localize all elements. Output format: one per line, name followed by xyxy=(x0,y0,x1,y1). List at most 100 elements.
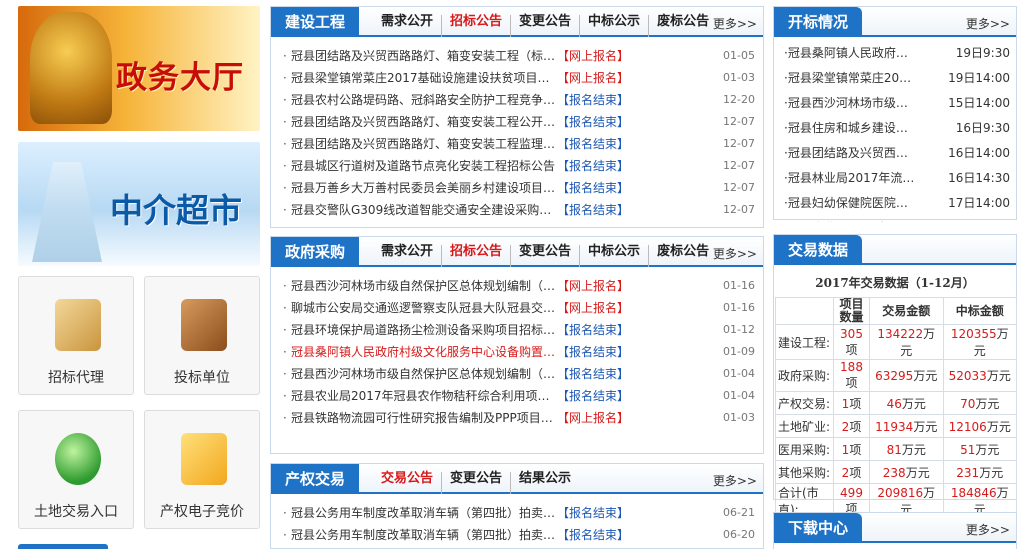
tab-3[interactable]: 中标公示 xyxy=(580,245,650,267)
bid-time: 16日14:30 xyxy=(948,171,1010,185)
notice-title-link[interactable]: 冠县万善乡大万善村民委员会美丽乡村建设项目… xyxy=(291,177,557,199)
notice-title-link[interactable]: 冠县铁路物流园可行性研究报告编制及PPP项目… xyxy=(291,407,557,429)
list-item[interactable]: · 冠县西沙河林场市级自然保护区总体规划编制（… 【报名结束】 01-04 xyxy=(283,363,755,385)
notice-date: 01-12 xyxy=(723,323,755,336)
notice-title-link[interactable]: 冠县团结路及兴贸西路路灯、箱变安装工程（标… xyxy=(291,45,557,67)
more-link[interactable]: 更多>> xyxy=(713,245,757,262)
list-item[interactable]: · 冠县林业局2017年流… 16日14:30 xyxy=(784,166,1010,191)
list-item[interactable]: · 冠县团结路及兴贸西路路灯、箱变安装工程公开… 【报名结束】 12-07 xyxy=(283,111,755,133)
tile-property-bidding[interactable]: 产权电子竞价 xyxy=(144,410,260,529)
list-item[interactable]: · 冠县农业局2017年冠县农作物秸秆综合利用项目… 【报名结束】 01-04 xyxy=(283,385,755,407)
notice-title-link[interactable]: 冠县公务用车制度改革取消车辆（第四批）拍卖… xyxy=(291,502,557,524)
list-item[interactable]: · 冠县梁堂镇常菜庄20… 19日14:00 xyxy=(784,66,1010,91)
tab-1[interactable]: 变更公告 xyxy=(442,472,512,494)
status-badge: 【报名结束】 xyxy=(557,367,630,381)
stat-count-unit: 项 xyxy=(849,442,862,457)
tab-2[interactable]: 变更公告 xyxy=(511,245,581,267)
agency-market-banner[interactable]: 中介超市 xyxy=(18,142,260,266)
bid-title-link[interactable]: 冠县桑阿镇人民政府… xyxy=(788,41,940,66)
list-item[interactable]: · 冠县环境保护局道路扬尘检测设备采购项目招标… 【报名结束】 01-12 xyxy=(283,319,755,341)
tab-2[interactable]: 变更公告 xyxy=(511,15,581,37)
stat-amount-value: 11934 xyxy=(875,419,914,434)
bullet-icon: · xyxy=(283,93,287,107)
notice-date: 12-07 xyxy=(723,159,755,172)
list-item[interactable]: · 冠县梁堂镇常菜庄2017基础设施建设扶贫项目竞… 【网上报名】 01-03 xyxy=(283,67,755,89)
stat-count: 1项 xyxy=(833,391,870,415)
list-item[interactable]: · 冠县桑阿镇人民政府… 19日9:30 xyxy=(784,41,1010,66)
bid-title-link[interactable]: 冠县妇幼保健院医院… xyxy=(788,191,940,216)
list-item[interactable]: · 冠县铁路物流园可行性研究报告编制及PPP项目… 【网上报名】 01-03 xyxy=(283,407,755,429)
more-link[interactable]: 更多>> xyxy=(966,15,1010,32)
stat-count-unit: 项 xyxy=(849,419,862,434)
list-item[interactable]: · 冠县住房和城乡建设… 16日9:30 xyxy=(784,116,1010,141)
list-item[interactable]: · 冠县城区行道树及道路节点亮化安装工程招标公告 【报名结束】 12-07 xyxy=(283,155,755,177)
bid-title-link[interactable]: 冠县农业局2017年冠… xyxy=(788,216,940,222)
bid-title-link[interactable]: 冠县西沙河林场市级… xyxy=(788,91,940,116)
status-badge: 【报名结束】 xyxy=(557,137,630,151)
tab-0[interactable]: 需求公开 xyxy=(373,245,443,267)
tab-2[interactable]: 结果公示 xyxy=(511,472,579,494)
bullet-icon: · xyxy=(283,203,287,217)
more-link[interactable]: 更多>> xyxy=(966,521,1010,538)
list-item[interactable]: · 聊城市公安局交通巡逻警察支队冠县大队冠县交… 【网上报名】 01-16 xyxy=(283,297,755,319)
list-item[interactable]: · 冠县万善乡大万善村民委员会美丽乡村建设项目… 【报名结束】 12-07 xyxy=(283,177,755,199)
notice-title-link[interactable]: 冠县公务用车制度改革取消车辆（第四批）拍卖… xyxy=(291,524,557,546)
list-item[interactable]: · 冠县团结路及兴贸西… 16日14:00 xyxy=(784,141,1010,166)
status-badge: 【报名结束】 xyxy=(557,93,630,107)
notice-title-link[interactable]: 冠县西沙河林场市级自然保护区总体规划编制（… xyxy=(291,363,557,385)
notice-title-link[interactable]: 冠县团结路及兴贸西路路灯、箱变安装工程监理… xyxy=(291,133,557,155)
tile-land-trade[interactable]: 土地交易入口 xyxy=(18,410,134,529)
stat-category: 产权交易: xyxy=(775,391,834,415)
gov-hall-banner[interactable]: 政务大厅 xyxy=(18,6,260,131)
list-item[interactable]: · 冠县团结路及兴贸西路路灯、箱变安装工程监理… 【报名结束】 12-07 xyxy=(283,133,755,155)
list-item[interactable]: · 冠县桑阿镇人民政府村级文化服务中心设备购置… 【报名结束】 01-09 xyxy=(283,341,755,363)
notice-title-link[interactable]: 冠县交警队G309线改道智能交通安全建设采购安… xyxy=(291,199,557,221)
notice-title-link[interactable]: 冠县梁堂镇常菜庄2017基础设施建设扶贫项目竞… xyxy=(291,67,557,89)
more-link[interactable]: 更多>> xyxy=(713,472,757,489)
bid-title-link[interactable]: 冠县梁堂镇常菜庄20… xyxy=(788,66,940,91)
tile-bidder[interactable]: 投标单位 xyxy=(144,276,260,395)
notice-title-link[interactable]: 聊城市公安局交通巡逻警察支队冠县大队冠县交… xyxy=(291,297,557,319)
tab-0[interactable]: 交易公告 xyxy=(373,472,443,494)
more-link[interactable]: 更多>> xyxy=(713,15,757,32)
tab-4[interactable]: 废标公告 xyxy=(649,245,717,267)
bid-title-link[interactable]: 冠县团结路及兴贸西… xyxy=(788,141,940,166)
bullet-icon: · xyxy=(283,181,287,195)
notice-title-link[interactable]: 冠县农村公路堤码路、冠斜路安全防护工程竞争… xyxy=(291,89,557,111)
tab-0[interactable]: 需求公开 xyxy=(373,15,443,37)
notice-title-link[interactable]: 冠县城区行道树及道路节点亮化安装工程招标公告 xyxy=(291,155,557,177)
status-badge[interactable]: 【网上报名】 xyxy=(557,275,629,297)
status-badge[interactable]: 【网上报名】 xyxy=(557,407,629,429)
list-item[interactable]: · 冠县交警队G309线改道智能交通安全建设采购安… 【报名结束】 12-07 xyxy=(283,199,755,221)
list-item[interactable]: · 冠县妇幼保健院医院… 17日14:00 xyxy=(784,191,1010,216)
stat-win-amount-unit: 万元 xyxy=(975,442,1000,457)
status-badge[interactable]: 【网上报名】 xyxy=(557,67,629,89)
tab-3[interactable]: 中标公示 xyxy=(580,15,650,37)
status-badge[interactable]: 【网上报名】 xyxy=(557,297,629,319)
bid-title-link[interactable]: 冠县住房和城乡建设… xyxy=(788,116,940,141)
list-item[interactable]: · 冠县农村公路堤码路、冠斜路安全防护工程竞争… 【报名结束】 12-20 xyxy=(283,89,755,111)
tab-1[interactable]: 招标公告 xyxy=(442,245,512,267)
notice-title-link[interactable]: 冠县农业局2017年冠县农作物秸秆综合利用项目… xyxy=(291,385,557,407)
tab-4[interactable]: 废标公告 xyxy=(649,15,717,37)
bid-title-link[interactable]: 冠县林业局2017年流… xyxy=(788,166,940,191)
stats-title: 2017年交易数据（1-12月） xyxy=(815,276,975,290)
notice-title-link[interactable]: 冠县团结路及兴贸西路路灯、箱变安装工程公开… xyxy=(291,111,557,133)
list-item[interactable]: · 冠县西沙河林场市级自然保护区总体规划编制（… 【网上报名】 01-16 xyxy=(283,275,755,297)
notice-title-link[interactable]: 冠县环境保护局道路扬尘检测设备采购项目招标… xyxy=(291,319,557,341)
stat-win-amount: 51万元 xyxy=(942,437,1017,461)
list-item[interactable]: · 冠县公务用车制度改革取消车辆（第四批）拍卖… 【报名结束】 06-20 xyxy=(283,524,755,546)
list-item[interactable]: · 冠县公务用车制度改革取消车辆（第四批）拍卖… 【报名结束】 06-21 xyxy=(283,502,755,524)
table-row: 政府采购: 188项 63295万元 52033万元 xyxy=(775,359,1017,392)
stat-amount-unit: 万元 xyxy=(913,369,938,383)
list-item[interactable]: · 冠县农业局2017年冠… xyxy=(784,216,1010,222)
status-badge[interactable]: 【网上报名】 xyxy=(557,45,629,67)
stat-count-unit: 项 xyxy=(845,376,858,390)
tab-1[interactable]: 招标公告 xyxy=(442,15,512,37)
next-section-tab xyxy=(18,544,108,549)
tile-bid-agent[interactable]: 招标代理 xyxy=(18,276,134,395)
list-item[interactable]: · 冠县西沙河林场市级… 15日14:00 xyxy=(784,91,1010,116)
notice-title-link[interactable]: 冠县西沙河林场市级自然保护区总体规划编制（… xyxy=(291,275,557,297)
list-item[interactable]: · 冠县团结路及兴贸西路路灯、箱变安装工程（标… 【网上报名】 01-05 xyxy=(283,45,755,67)
notice-title-link[interactable]: 冠县桑阿镇人民政府村级文化服务中心设备购置… xyxy=(291,341,557,363)
